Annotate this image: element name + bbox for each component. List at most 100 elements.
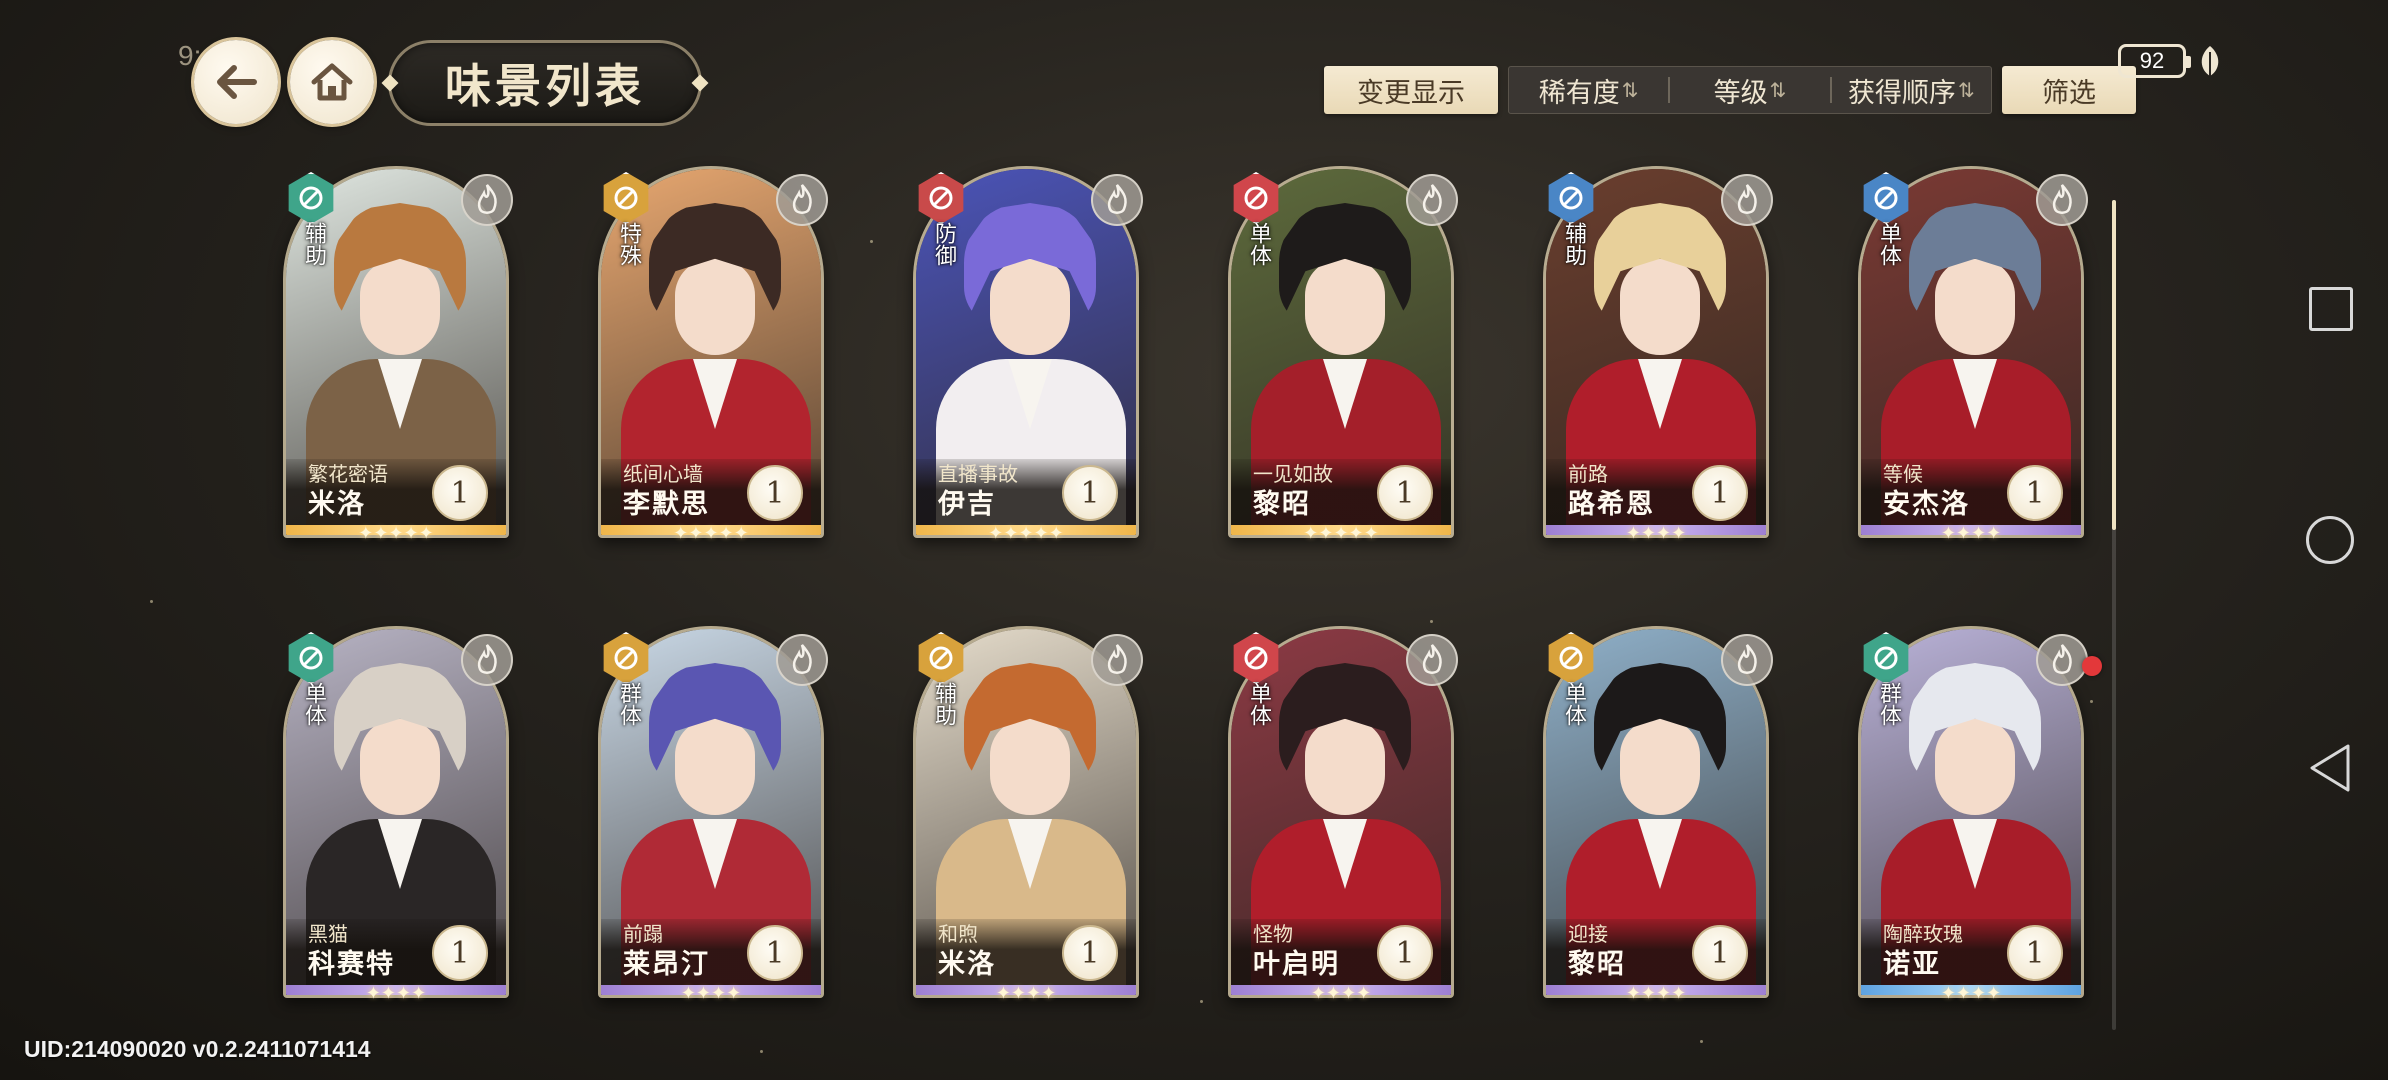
character-card[interactable]: 一见如故 黎昭 1 ✦✦✦✦✦ 单体 (1228, 166, 1458, 544)
level-badge: 1 (2007, 465, 2063, 521)
role-label: 辅助 (1561, 222, 1586, 266)
sort-label: 获得顺序 (1847, 77, 1956, 109)
leaf-icon (2201, 46, 2219, 76)
flame-emblem-icon (1721, 634, 1773, 686)
flame-emblem-icon (461, 174, 513, 226)
character-name: 路希恩 (1568, 489, 1655, 520)
level-badge: 1 (1377, 925, 1433, 981)
filter-button[interactable]: 筛选 (2002, 66, 2136, 114)
character-card[interactable]: 迎接 黎昭 1 ✦✦✦✦ 单体 (1543, 626, 1773, 1004)
role-label: 群体 (616, 682, 641, 726)
role-badge-icon (1230, 632, 1282, 684)
flame-emblem-icon (1406, 174, 1458, 226)
flame-emblem-icon (2036, 634, 2088, 686)
sort-by-obtain-order-button[interactable]: 获得顺序 ⇅ (1832, 67, 1991, 113)
character-name: 黎昭 (1253, 489, 1311, 520)
flame-emblem-icon (776, 634, 828, 686)
level-badge: 1 (432, 925, 488, 981)
character-card[interactable]: 和煦 米洛 1 ✦✦✦✦ 辅助 (913, 626, 1143, 1004)
home-button[interactable] (290, 40, 374, 124)
flame-emblem-icon (1406, 634, 1458, 686)
character-card[interactable]: 陶醉玫瑰 诺亚 1 ✦✦✦✦ 群体 (1858, 626, 2102, 1004)
role-label: 单体 (1876, 222, 1901, 266)
scrollbar-thumb[interactable] (2112, 200, 2116, 530)
rarity-stars: ✦✦✦✦ (1310, 983, 1372, 1004)
role-label: 防御 (931, 222, 956, 266)
rarity-stars: ✦✦✦✦ (1625, 523, 1687, 544)
home-nav-button[interactable] (2306, 516, 2354, 564)
role-badge-icon (915, 172, 967, 224)
character-card[interactable]: 怪物 叶启明 1 ✦✦✦✦ 单体 (1228, 626, 1458, 1004)
character-card[interactable]: 繁花密语 米洛 1 ✦✦✦✦✦ 辅助 (283, 166, 513, 544)
role-badge-icon (600, 172, 652, 224)
rarity-stars: ✦✦✦✦ (1625, 983, 1687, 1004)
flame-emblem-icon (461, 634, 513, 686)
sort-by-rarity-button[interactable]: 稀有度 ⇅ (1509, 67, 1668, 113)
rarity-stars: ✦✦✦✦✦ (358, 523, 434, 544)
flame-emblem-icon (1091, 174, 1143, 226)
notification-dot (2082, 656, 2102, 676)
character-name: 诺亚 (1883, 949, 1941, 980)
sort-arrows-icon: ⇅ (1769, 78, 1787, 102)
character-card[interactable]: 纸间心墙 李默思 1 ✦✦✦✦✦ 特殊 (598, 166, 828, 544)
battery-indicator: 92 (2118, 44, 2191, 78)
character-name: 莱昂汀 (623, 949, 710, 980)
rarity-stars: ✦✦✦✦✦ (673, 523, 749, 544)
character-card[interactable]: 前路 路希恩 1 ✦✦✦✦ 辅助 (1543, 166, 1773, 544)
sort-by-level-button[interactable]: 等级 ⇅ (1670, 67, 1829, 113)
role-badge-icon (1230, 172, 1282, 224)
role-badge-icon (600, 632, 652, 684)
flame-emblem-icon (1721, 174, 1773, 226)
level-badge: 1 (747, 465, 803, 521)
rarity-stars: ✦✦✦✦ (365, 983, 427, 1004)
role-label: 辅助 (931, 682, 956, 726)
flame-emblem-icon (776, 174, 828, 226)
back-nav-icon[interactable] (2308, 742, 2352, 794)
role-badge-icon (915, 632, 967, 684)
level-badge: 1 (1377, 465, 1433, 521)
character-name: 叶启明 (1253, 949, 1340, 980)
sort-arrows-icon: ⇅ (1957, 78, 1975, 102)
home-icon (311, 63, 353, 101)
level-badge: 1 (432, 465, 488, 521)
role-label: 单体 (1246, 682, 1271, 726)
sort-label: 稀有度 (1538, 77, 1620, 109)
level-badge: 1 (747, 925, 803, 981)
character-name: 米洛 (938, 949, 996, 980)
level-badge: 1 (1692, 925, 1748, 981)
character-name: 科赛特 (308, 949, 395, 980)
character-card[interactable]: 等候 安杰洛 1 ✦✦✦✦ 单体 (1858, 166, 2088, 544)
sort-arrows-icon: ⇅ (1621, 78, 1639, 102)
character-card[interactable]: 黑猫 科赛特 1 ✦✦✦✦ 单体 (283, 626, 513, 1004)
character-name: 黎昭 (1568, 949, 1626, 980)
level-badge: 1 (1062, 925, 1118, 981)
arrow-left-icon (217, 65, 257, 99)
level-badge: 1 (1692, 465, 1748, 521)
page-title: 味景列表 (445, 59, 645, 113)
change-display-button[interactable]: 变更显示 (1324, 66, 1498, 114)
rarity-stars: ✦✦✦✦ (995, 983, 1057, 1004)
role-badge-icon (1545, 172, 1597, 224)
rarity-stars: ✦✦✦✦✦ (1303, 523, 1379, 544)
character-card[interactable]: 前蹋 莱昂汀 1 ✦✦✦✦ 群体 (598, 626, 828, 1004)
role-badge-icon (1860, 632, 1912, 684)
recent-apps-button[interactable] (2309, 287, 2353, 331)
character-name: 李默思 (623, 489, 710, 520)
sort-label: 等级 (1713, 77, 1768, 109)
title-plate: 味景列表 (381, 40, 709, 126)
character-card[interactable]: 直播事故 伊吉 1 ✦✦✦✦✦ 防御 (913, 166, 1143, 544)
level-badge: 1 (1062, 465, 1118, 521)
flame-emblem-icon (1091, 634, 1143, 686)
character-name: 米洛 (308, 489, 366, 520)
level-badge: 1 (2007, 925, 2063, 981)
role-badge-icon (285, 632, 337, 684)
role-label: 特殊 (616, 222, 641, 266)
back-button[interactable] (194, 40, 278, 124)
role-label: 辅助 (301, 222, 326, 266)
role-label: 单体 (1561, 682, 1586, 726)
uid-version-label: UID:214090020 v0.2.2411071414 (24, 1036, 371, 1062)
role-label: 单体 (1246, 222, 1271, 266)
rarity-stars: ✦✦✦✦ (680, 983, 742, 1004)
sort-group: 稀有度 ⇅ 等级 ⇅ 获得顺序 ⇅ (1508, 66, 1992, 114)
role-label: 单体 (301, 682, 326, 726)
